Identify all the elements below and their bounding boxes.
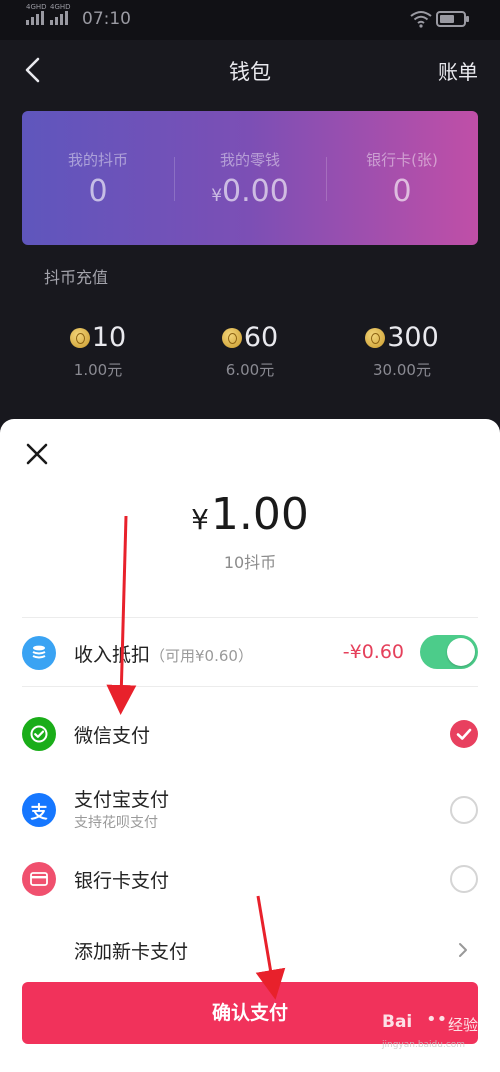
wechat-pay-icon — [22, 717, 56, 751]
network-type-1: 4GHD — [26, 3, 47, 11]
payment-amount: ¥1.00 — [0, 489, 500, 540]
recharge-amount-line: 60 — [174, 322, 326, 353]
recharge-amount: 60 — [243, 322, 279, 353]
recharge-title: 抖币充值 — [44, 268, 109, 287]
wechat-pay-label: 微信支付 — [74, 725, 151, 747]
balance-change-value: ¥0.00 — [174, 174, 326, 209]
balance-change-label: 我的零钱 — [219, 151, 280, 169]
status-time: 07:10 — [82, 9, 131, 29]
alipay-radio[interactable] — [450, 796, 478, 824]
page-title: 钱包 — [229, 60, 271, 84]
watermark-suffix: 经验 — [448, 1016, 479, 1034]
payment-method-alipay[interactable]: 支 支付宝支付 支持花呗支付 — [22, 785, 478, 835]
battery-icon — [436, 11, 469, 27]
alipay-icon: 支 — [22, 793, 56, 827]
recharge-option[interactable]: 300 30.00元 — [326, 322, 478, 380]
change-amount: 0.00 — [222, 174, 289, 209]
recharge-options: 10 1.00元 60 6.00元 300 30.00元 — [22, 322, 478, 380]
bank-card-radio[interactable] — [450, 865, 478, 893]
divider — [22, 686, 478, 687]
recharge-price: 6.00元 — [225, 361, 275, 379]
deduction-toggle[interactable] — [420, 635, 478, 669]
signal-group: 4GHD 4GHD — [26, 3, 71, 25]
watermark-brand: Bai — [382, 1012, 413, 1032]
deduction-label-group: 收入抵扣（可用¥0.60） — [74, 640, 253, 667]
recharge-price: 30.00元 — [373, 361, 431, 379]
bank-card-icon — [22, 862, 56, 896]
check-icon — [456, 728, 472, 740]
wechat-pay-radio[interactable] — [450, 720, 478, 748]
status-bar: 4GHD 4GHD 07:10 — [0, 0, 500, 40]
add-new-card-label: 添加新卡支付 — [74, 941, 189, 963]
recharge-amount: 300 — [387, 322, 439, 353]
nav-bar: 钱包 账单 — [0, 40, 500, 102]
add-new-card-row[interactable]: 添加新卡支付 — [22, 930, 478, 970]
recharge-price: 1.00元 — [73, 361, 123, 379]
alipay-sub-label: 支持花呗支付 — [74, 815, 158, 831]
deduction-hint: （可用¥0.60） — [150, 647, 253, 665]
chevron-right-icon — [459, 943, 467, 957]
signal-icon-1: 4GHD — [26, 3, 47, 25]
deduction-label: 收入抵扣 — [74, 644, 151, 666]
balance-bank-cards[interactable]: 银行卡(张) 0 — [326, 111, 478, 245]
recharge-amount-line: 10 — [22, 322, 174, 353]
coin-stack-icon — [22, 636, 56, 670]
bank-card-label: 银行卡支付 — [74, 870, 170, 892]
payment-method-wechat[interactable]: 微信支付 — [22, 714, 478, 754]
recharge-amount: 10 — [91, 322, 127, 353]
balance-coins[interactable]: 我的抖币 0 — [22, 111, 174, 245]
balance-coins-label: 我的抖币 — [67, 151, 128, 169]
recharge-option[interactable]: 60 6.00元 — [174, 322, 326, 380]
coin-icon — [69, 327, 90, 348]
balance-cards-value: 0 — [392, 174, 412, 209]
alipay-label: 支付宝支付 — [74, 789, 170, 811]
currency-symbol: ¥ — [211, 186, 223, 206]
recharge-option[interactable]: 10 1.00元 — [22, 322, 174, 380]
deduction-value: -¥0.60 — [342, 641, 404, 663]
payment-sheet: ¥1.00 10抖币 收入抵扣（可用¥0.60） -¥0.60 微信支付 支 支… — [0, 419, 500, 1072]
network-type-2: 4GHD — [50, 3, 71, 11]
balance-coins-value: 0 — [88, 174, 108, 209]
recharge-amount-line: 300 — [326, 322, 478, 353]
amount-subtitle: 10抖币 — [223, 553, 277, 572]
balance-cards-label: 银行卡(张) — [366, 151, 438, 169]
watermark: Bai •• 经验 jingyan.baidu.com — [382, 1009, 494, 1068]
bill-link[interactable]: 账单 — [438, 56, 478, 85]
amount-value: 1.00 — [210, 489, 309, 540]
paw-icon: •• — [426, 1009, 448, 1030]
balance-card: 我的抖币 0 我的零钱 ¥0.00 银行卡(张) 0 — [22, 111, 478, 245]
payment-method-bank-card[interactable]: 银行卡支付 — [22, 859, 478, 899]
signal-icon-2: 4GHD — [50, 3, 71, 25]
close-icon[interactable] — [22, 439, 52, 469]
coin-icon — [365, 327, 386, 348]
coin-icon — [221, 327, 242, 348]
divider — [22, 617, 478, 618]
income-deduction-row: 收入抵扣（可用¥0.60） -¥0.60 — [22, 633, 478, 673]
watermark-url: jingyan.baidu.com — [382, 1040, 466, 1050]
balance-change[interactable]: 我的零钱 ¥0.00 — [174, 111, 326, 245]
wifi-icon — [410, 11, 432, 28]
currency-symbol: ¥ — [191, 503, 209, 536]
